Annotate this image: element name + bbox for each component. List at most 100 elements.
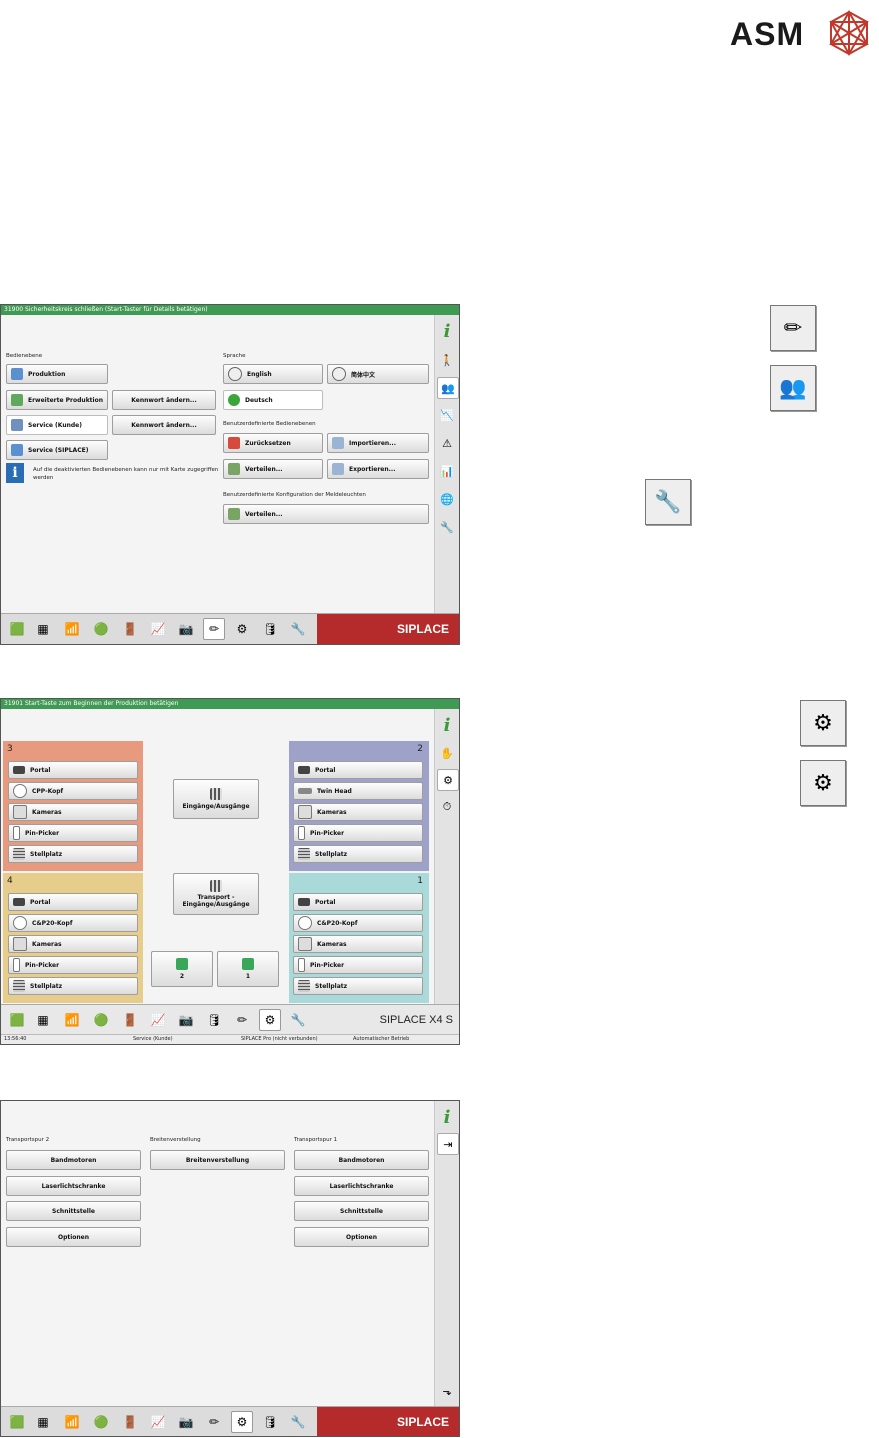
operator-level-icon[interactable]: 🚶 <box>437 350 457 370</box>
conveyor-icon[interactable]: ⇥ <box>437 1133 459 1155</box>
lane2-options-button[interactable]: Optionen <box>6 1227 141 1247</box>
head-button[interactable]: C&P20-Kopf <box>293 914 423 932</box>
oil-can-icon[interactable]: 🛢 <box>259 1411 281 1433</box>
lane1-laser-barrier-button[interactable]: Laserlichtschranke <box>294 1176 429 1196</box>
feeder-1-button[interactable]: 1 <box>217 951 279 987</box>
grid-icon[interactable]: ▦ <box>32 618 54 640</box>
line-chart-icon[interactable]: 📈 <box>147 1009 169 1031</box>
pin-picker-button[interactable]: Pin-Picker <box>8 824 138 842</box>
gear-icon[interactable]: ⚙ <box>437 769 459 791</box>
line-chart-icon[interactable]: 📈 <box>147 1411 169 1433</box>
slot-button[interactable]: Stellplatz <box>293 977 423 995</box>
pin-picker-button[interactable]: Pin-Picker <box>293 824 423 842</box>
pin-picker-button[interactable]: Pin-Picker <box>293 956 423 974</box>
stopwatch-icon[interactable]: ⏱ <box>437 797 457 817</box>
lane2-belt-motors-button[interactable]: Bandmotoren <box>6 1150 141 1170</box>
change-password-button-1[interactable]: Kennwort ändern... <box>112 390 216 410</box>
user-level-icon[interactable]: ✏ <box>231 1009 253 1031</box>
info-icon[interactable]: i <box>437 715 457 736</box>
service-hand-icon[interactable]: ✋ <box>437 743 457 763</box>
portal-button[interactable]: Portal <box>293 893 423 911</box>
transport-io-button[interactable]: Transport - Eingänge/Ausgänge <box>173 873 259 915</box>
lane2-interface-button[interactable]: Schnittstelle <box>6 1201 141 1221</box>
feeder-icon[interactable]: 🟢 <box>90 1009 112 1031</box>
oil-can-icon[interactable]: 🛢 <box>259 618 281 640</box>
bar-chart-icon[interactable]: 📶 <box>61 1411 83 1433</box>
export-button[interactable]: Exportieren... <box>327 459 429 479</box>
distribute-button[interactable]: Verteilen... <box>223 459 323 479</box>
right-sidebar: i ✋ ⚙ ⏱ <box>434 709 459 1004</box>
wrench-icon[interactable]: 🔧 <box>287 1009 309 1031</box>
head-button[interactable]: CPP-Kopf <box>8 782 138 800</box>
pcb-stack-icon[interactable]: 🟩 <box>6 618 28 640</box>
head-button[interactable]: C&P20-Kopf <box>8 914 138 932</box>
tools-icon[interactable]: 🔧 <box>437 517 457 537</box>
transport-lane-1-label: Transportspur 1 <box>294 1137 338 1143</box>
bar-chart-icon[interactable]: 📶 <box>61 618 83 640</box>
camera-icon[interactable]: 📷 <box>175 1411 197 1433</box>
signal-distribute-label: Verteilen... <box>245 510 283 518</box>
camera-icon[interactable]: 📷 <box>175 618 197 640</box>
service-gear-icon[interactable]: ⚙ <box>231 1411 253 1433</box>
info-icon[interactable]: i <box>437 321 457 342</box>
monitor-icon[interactable]: 📊 <box>437 461 457 481</box>
door-icon[interactable]: 🚪 <box>119 1009 141 1031</box>
level-service-siplace-button[interactable]: Service (SIPLACE) <box>6 440 108 460</box>
grid-icon[interactable]: ▦ <box>32 1009 54 1031</box>
pcb-stack-icon[interactable]: 🟩 <box>6 1411 28 1433</box>
wrench-icon[interactable]: 🔧 <box>287 618 309 640</box>
level-service-customer-button[interactable]: Service (Kunde) <box>6 415 108 435</box>
chart-icon[interactable]: 📉 <box>437 405 457 425</box>
lane1-belt-motors-button[interactable]: Bandmotoren <box>294 1150 429 1170</box>
pin-picker-button[interactable]: Pin-Picker <box>8 956 138 974</box>
level-production-button[interactable]: Produktion <box>6 364 108 384</box>
exit-icon[interactable]: ⬎ <box>437 1381 457 1401</box>
oil-can-icon[interactable]: 🛢 <box>203 1009 225 1031</box>
users-icon[interactable]: 👥 <box>437 377 459 399</box>
wrench-icon[interactable]: 🔧 <box>287 1411 309 1433</box>
grid-icon[interactable]: ▦ <box>32 1411 54 1433</box>
cameras-button[interactable]: Kameras <box>8 935 138 953</box>
door-icon[interactable]: 🚪 <box>119 1411 141 1433</box>
camera-icon[interactable]: 📷 <box>175 1009 197 1031</box>
slot-button[interactable]: Stellplatz <box>293 845 423 863</box>
feeder-icon[interactable]: 🟢 <box>90 1411 112 1433</box>
portal-button[interactable]: Portal <box>293 761 423 779</box>
slot-button[interactable]: Stellplatz <box>8 977 138 995</box>
service-gear-icon[interactable]: ⚙ <box>231 618 253 640</box>
feeder-icon[interactable]: 🟢 <box>90 618 112 640</box>
user-level-icon[interactable]: ✏ <box>203 1411 225 1433</box>
network-icon[interactable]: 🌐 <box>437 489 457 509</box>
change-password-button-2[interactable]: Kennwort ändern... <box>112 415 216 435</box>
warning-icon[interactable]: ⚠ <box>437 433 457 453</box>
head-button[interactable]: Twin Head <box>293 782 423 800</box>
slot-button[interactable]: Stellplatz <box>8 845 138 863</box>
portal-button[interactable]: Portal <box>8 761 138 779</box>
lane1-options-button[interactable]: Optionen <box>294 1227 429 1247</box>
level-extended-production-button[interactable]: Erweiterte Produktion <box>6 390 108 410</box>
lane1-interface-button[interactable]: Schnittstelle <box>294 1201 429 1221</box>
service-gear-icon[interactable]: ⚙ <box>259 1009 281 1031</box>
reset-button[interactable]: Zurücksetzen <box>223 433 323 453</box>
lang-english-button[interactable]: English <box>223 364 323 384</box>
feeder-2-button[interactable]: 2 <box>151 951 213 987</box>
info-icon[interactable]: i <box>437 1107 457 1128</box>
lang-chinese-button[interactable]: 简体中文 <box>327 364 429 384</box>
lang-german-button[interactable]: Deutsch <box>223 390 323 410</box>
signal-distribute-button[interactable]: Verteilen... <box>223 504 429 524</box>
cameras-button[interactable]: Kameras <box>293 935 423 953</box>
door-icon[interactable]: 🚪 <box>119 618 141 640</box>
width-adjustment-button[interactable]: Breitenverstellung <box>150 1150 285 1170</box>
slot-label: Stellplatz <box>30 850 63 858</box>
portal-button[interactable]: Portal <box>8 893 138 911</box>
line-chart-icon[interactable]: 📈 <box>147 618 169 640</box>
cameras-button[interactable]: Kameras <box>293 803 423 821</box>
cameras-button[interactable]: Kameras <box>8 803 138 821</box>
lane2-laser-barrier-button[interactable]: Laserlichtschranke <box>6 1176 141 1196</box>
import-button[interactable]: Importieren... <box>327 433 429 453</box>
pcb-stack-icon[interactable]: 🟩 <box>6 1009 28 1031</box>
user-level-icon[interactable]: ✏ <box>203 618 225 640</box>
bar-chart-icon[interactable]: 📶 <box>61 1009 83 1031</box>
portal-label: Portal <box>315 766 336 774</box>
io-button[interactable]: Eingänge/Ausgänge <box>173 779 259 819</box>
